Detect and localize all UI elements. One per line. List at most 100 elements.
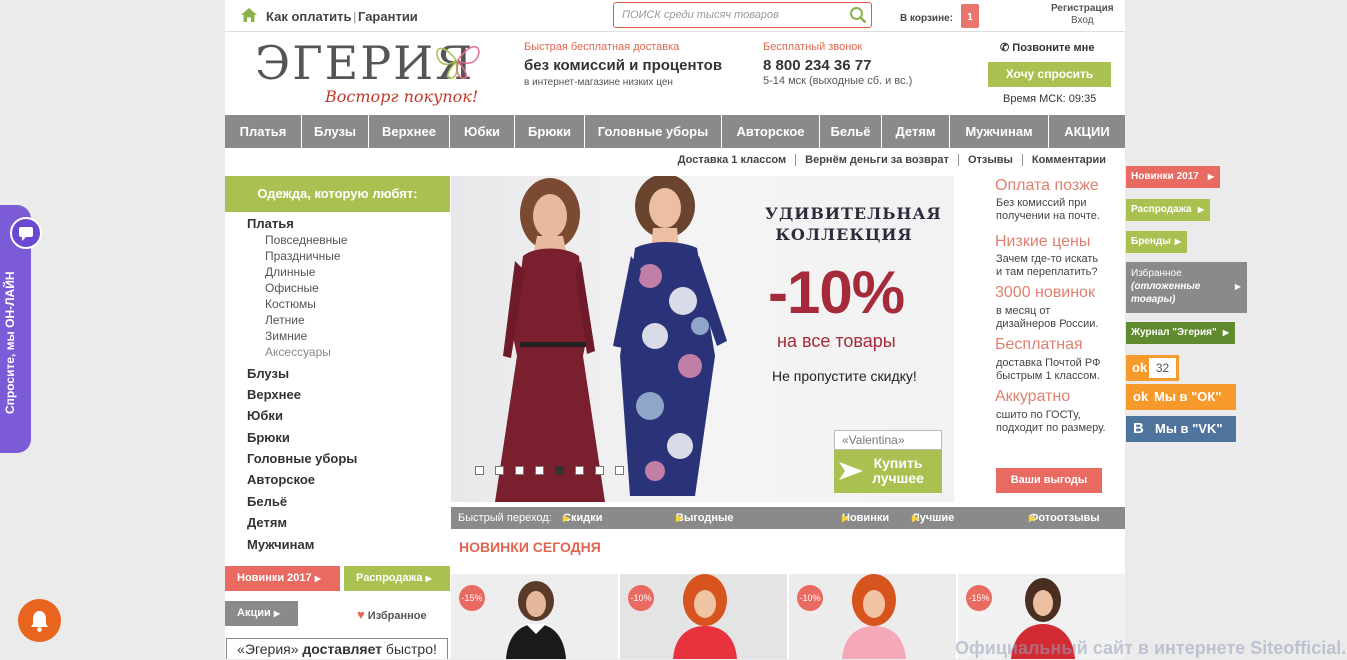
search-icon[interactable]: [849, 6, 867, 24]
sidebar-subitem[interactable]: Повседневные: [265, 233, 348, 247]
right-tab-label: Новинки 2017: [1131, 171, 1199, 182]
guarantees-link[interactable]: Гарантии: [358, 9, 418, 24]
nav-lingerie[interactable]: Бельё: [820, 115, 882, 148]
right-tab-favorites[interactable]: Избранное (отложенные товары) ▶: [1126, 262, 1247, 313]
arrow-right-icon: ▶: [1029, 513, 1036, 523]
nav-trousers[interactable]: Брюки: [515, 115, 585, 148]
sidebar-subitem[interactable]: Аксессуары: [265, 345, 331, 359]
subnav-comments[interactable]: Комментарии: [1021, 154, 1115, 166]
advantage-line: и там переплатить?: [996, 266, 1098, 278]
product-photo: [506, 581, 566, 659]
sidebar-item-dresses[interactable]: Платья: [247, 216, 294, 231]
right-tab-label: Журнал "Эгерия": [1131, 327, 1217, 338]
nav-hats[interactable]: Головные уборы: [585, 115, 722, 148]
phone-number[interactable]: 8 800 234 36 77: [763, 57, 871, 74]
advantage-title: Низкие цены: [995, 233, 1091, 250]
right-tab-label: товары): [1131, 294, 1176, 305]
advantage-line: в месяц от: [996, 305, 1051, 317]
slider-dot[interactable]: [555, 466, 564, 475]
account-links: Регистрация Вход: [1051, 3, 1114, 27]
call-me-link[interactable]: ✆ Позвоните мне: [1000, 41, 1094, 54]
sidebar-item-trousers[interactable]: Брюки: [247, 430, 290, 445]
sidebar-subitem[interactable]: Офисные: [265, 281, 319, 295]
sidebar-item-lingerie[interactable]: Бельё: [247, 494, 287, 509]
subnav-delivery[interactable]: Доставка 1 классом: [669, 154, 795, 166]
right-tab-brands[interactable]: Бренды ▶: [1126, 231, 1187, 253]
benefits-button[interactable]: Ваши выгоды: [996, 468, 1102, 493]
product-card[interactable]: -15%: [451, 574, 618, 659]
arrow-right-icon: [839, 462, 863, 480]
quick-nav: Быстрый переход: Скидки сегодня ▶ Выгодн…: [451, 507, 1125, 546]
slider-dot[interactable]: [595, 466, 604, 475]
ask-button[interactable]: Хочу спросить: [988, 62, 1111, 87]
ok-label: Мы в "ОК": [1154, 389, 1222, 404]
watermark: Официальный сайт в интернете Siteofficia…: [955, 638, 1347, 658]
nav-skirts[interactable]: Юбки: [450, 115, 515, 148]
nav-blouses[interactable]: Блузы: [302, 115, 369, 148]
cart-label: В корзине:: [900, 13, 954, 24]
sidebar-sale-button[interactable]: Распродажа ▶: [344, 566, 450, 591]
subnav-reviews[interactable]: Отзывы: [957, 154, 1022, 166]
discount-badge: -10%: [628, 585, 654, 611]
sidebar-heading: Одежда, которую любят:: [225, 176, 450, 212]
banner-all-items: на все товары: [777, 331, 896, 351]
advantage-title: Аккуратно: [995, 388, 1071, 405]
vk-label: Мы в "VK": [1155, 421, 1223, 436]
slider-dot[interactable]: [575, 466, 584, 475]
sidebar-new-button[interactable]: Новинки 2017 ▶: [225, 566, 340, 591]
buy-best-label: Купить лучшее: [872, 455, 924, 486]
cart-badge[interactable]: 1: [961, 4, 979, 28]
nav-dresses[interactable]: Платья: [225, 115, 302, 148]
sidebar-subitem[interactable]: Летние: [265, 313, 305, 327]
arrow-right-icon: ▶: [425, 574, 432, 583]
home-icon[interactable]: [240, 7, 258, 23]
sidebar-subitem[interactable]: Праздничные: [265, 249, 341, 263]
nav-actions[interactable]: АКЦИИ: [1049, 115, 1125, 148]
banner-title: УДИВИТЕЛЬНАЯ КОЛЛЕКЦИЯ: [765, 204, 942, 244]
login-link[interactable]: Вход: [1051, 15, 1114, 27]
sidebar-item-outerwear[interactable]: Верхнее: [247, 387, 301, 402]
slider-dot[interactable]: [495, 466, 504, 475]
sidebar-subitem[interactable]: Длинные: [265, 265, 315, 279]
right-tab-new[interactable]: Новинки 2017 ▶: [1126, 166, 1220, 188]
sidebar-subitem[interactable]: Зимние: [265, 329, 307, 343]
sidebar-item-author[interactable]: Авторское: [247, 472, 315, 487]
nav-outerwear[interactable]: Верхнее: [369, 115, 450, 148]
odnoklassniki-icon: ok: [1132, 360, 1148, 375]
slider-dot[interactable]: [515, 466, 524, 475]
sidebar-item-hats[interactable]: Головные уборы: [247, 451, 357, 466]
call-label: Бесплатный звонок: [763, 41, 863, 53]
buy-best-button[interactable]: Купить лучшее: [834, 450, 942, 493]
product-card[interactable]: -10%: [620, 574, 787, 659]
sidebar-item-skirts[interactable]: Юбки: [247, 408, 283, 423]
right-tab-journal[interactable]: Журнал "Эгерия" ▶: [1126, 322, 1235, 344]
sidebar-item-men[interactable]: Мужчинам: [247, 537, 314, 552]
slider-dot[interactable]: [535, 466, 544, 475]
ok-link[interactable]: ok Мы в "ОК": [1126, 384, 1236, 410]
sidebar-item-kids[interactable]: Детям: [247, 515, 287, 530]
moscow-time: Время МСК: 09:35: [1003, 93, 1097, 105]
nav-men[interactable]: Мужчинам: [950, 115, 1049, 148]
advantage-text: Зачем где-то искать и там переплатить?: [996, 253, 1098, 279]
slider-dot[interactable]: [475, 466, 484, 475]
sidebar-actions-button[interactable]: Акции ▶: [225, 601, 298, 626]
register-link[interactable]: Регистрация: [1051, 3, 1114, 15]
nav-kids[interactable]: Детям: [882, 115, 950, 148]
delivery-headline: без комиссий и процентов: [524, 57, 723, 74]
ok-counter[interactable]: ok 32: [1126, 355, 1179, 381]
arrow-right-icon: ▶: [563, 513, 570, 523]
models-photo: [495, 176, 727, 502]
nav-author[interactable]: Авторское: [722, 115, 820, 148]
vk-link[interactable]: В Мы в "VK": [1126, 416, 1236, 442]
favorites-link[interactable]: ♥ Избранное: [357, 607, 427, 622]
slider-dot[interactable]: [615, 466, 624, 475]
product-card[interactable]: -10%: [789, 574, 956, 659]
advantage-line: сшито по ГОСТу,: [996, 409, 1081, 421]
notification-button[interactable]: [18, 599, 61, 642]
how-to-pay-link[interactable]: Как оплатить: [266, 9, 351, 24]
right-tab-sale[interactable]: Распродажа ▶: [1126, 199, 1210, 221]
sidebar-subitem[interactable]: Костюмы: [265, 297, 316, 311]
subnav-refund[interactable]: Вернём деньги за возврат: [795, 154, 958, 166]
sidebar-item-blouses[interactable]: Блузы: [247, 366, 289, 381]
search-input[interactable]: ПОИСК среди тысяч товаров: [613, 2, 872, 28]
